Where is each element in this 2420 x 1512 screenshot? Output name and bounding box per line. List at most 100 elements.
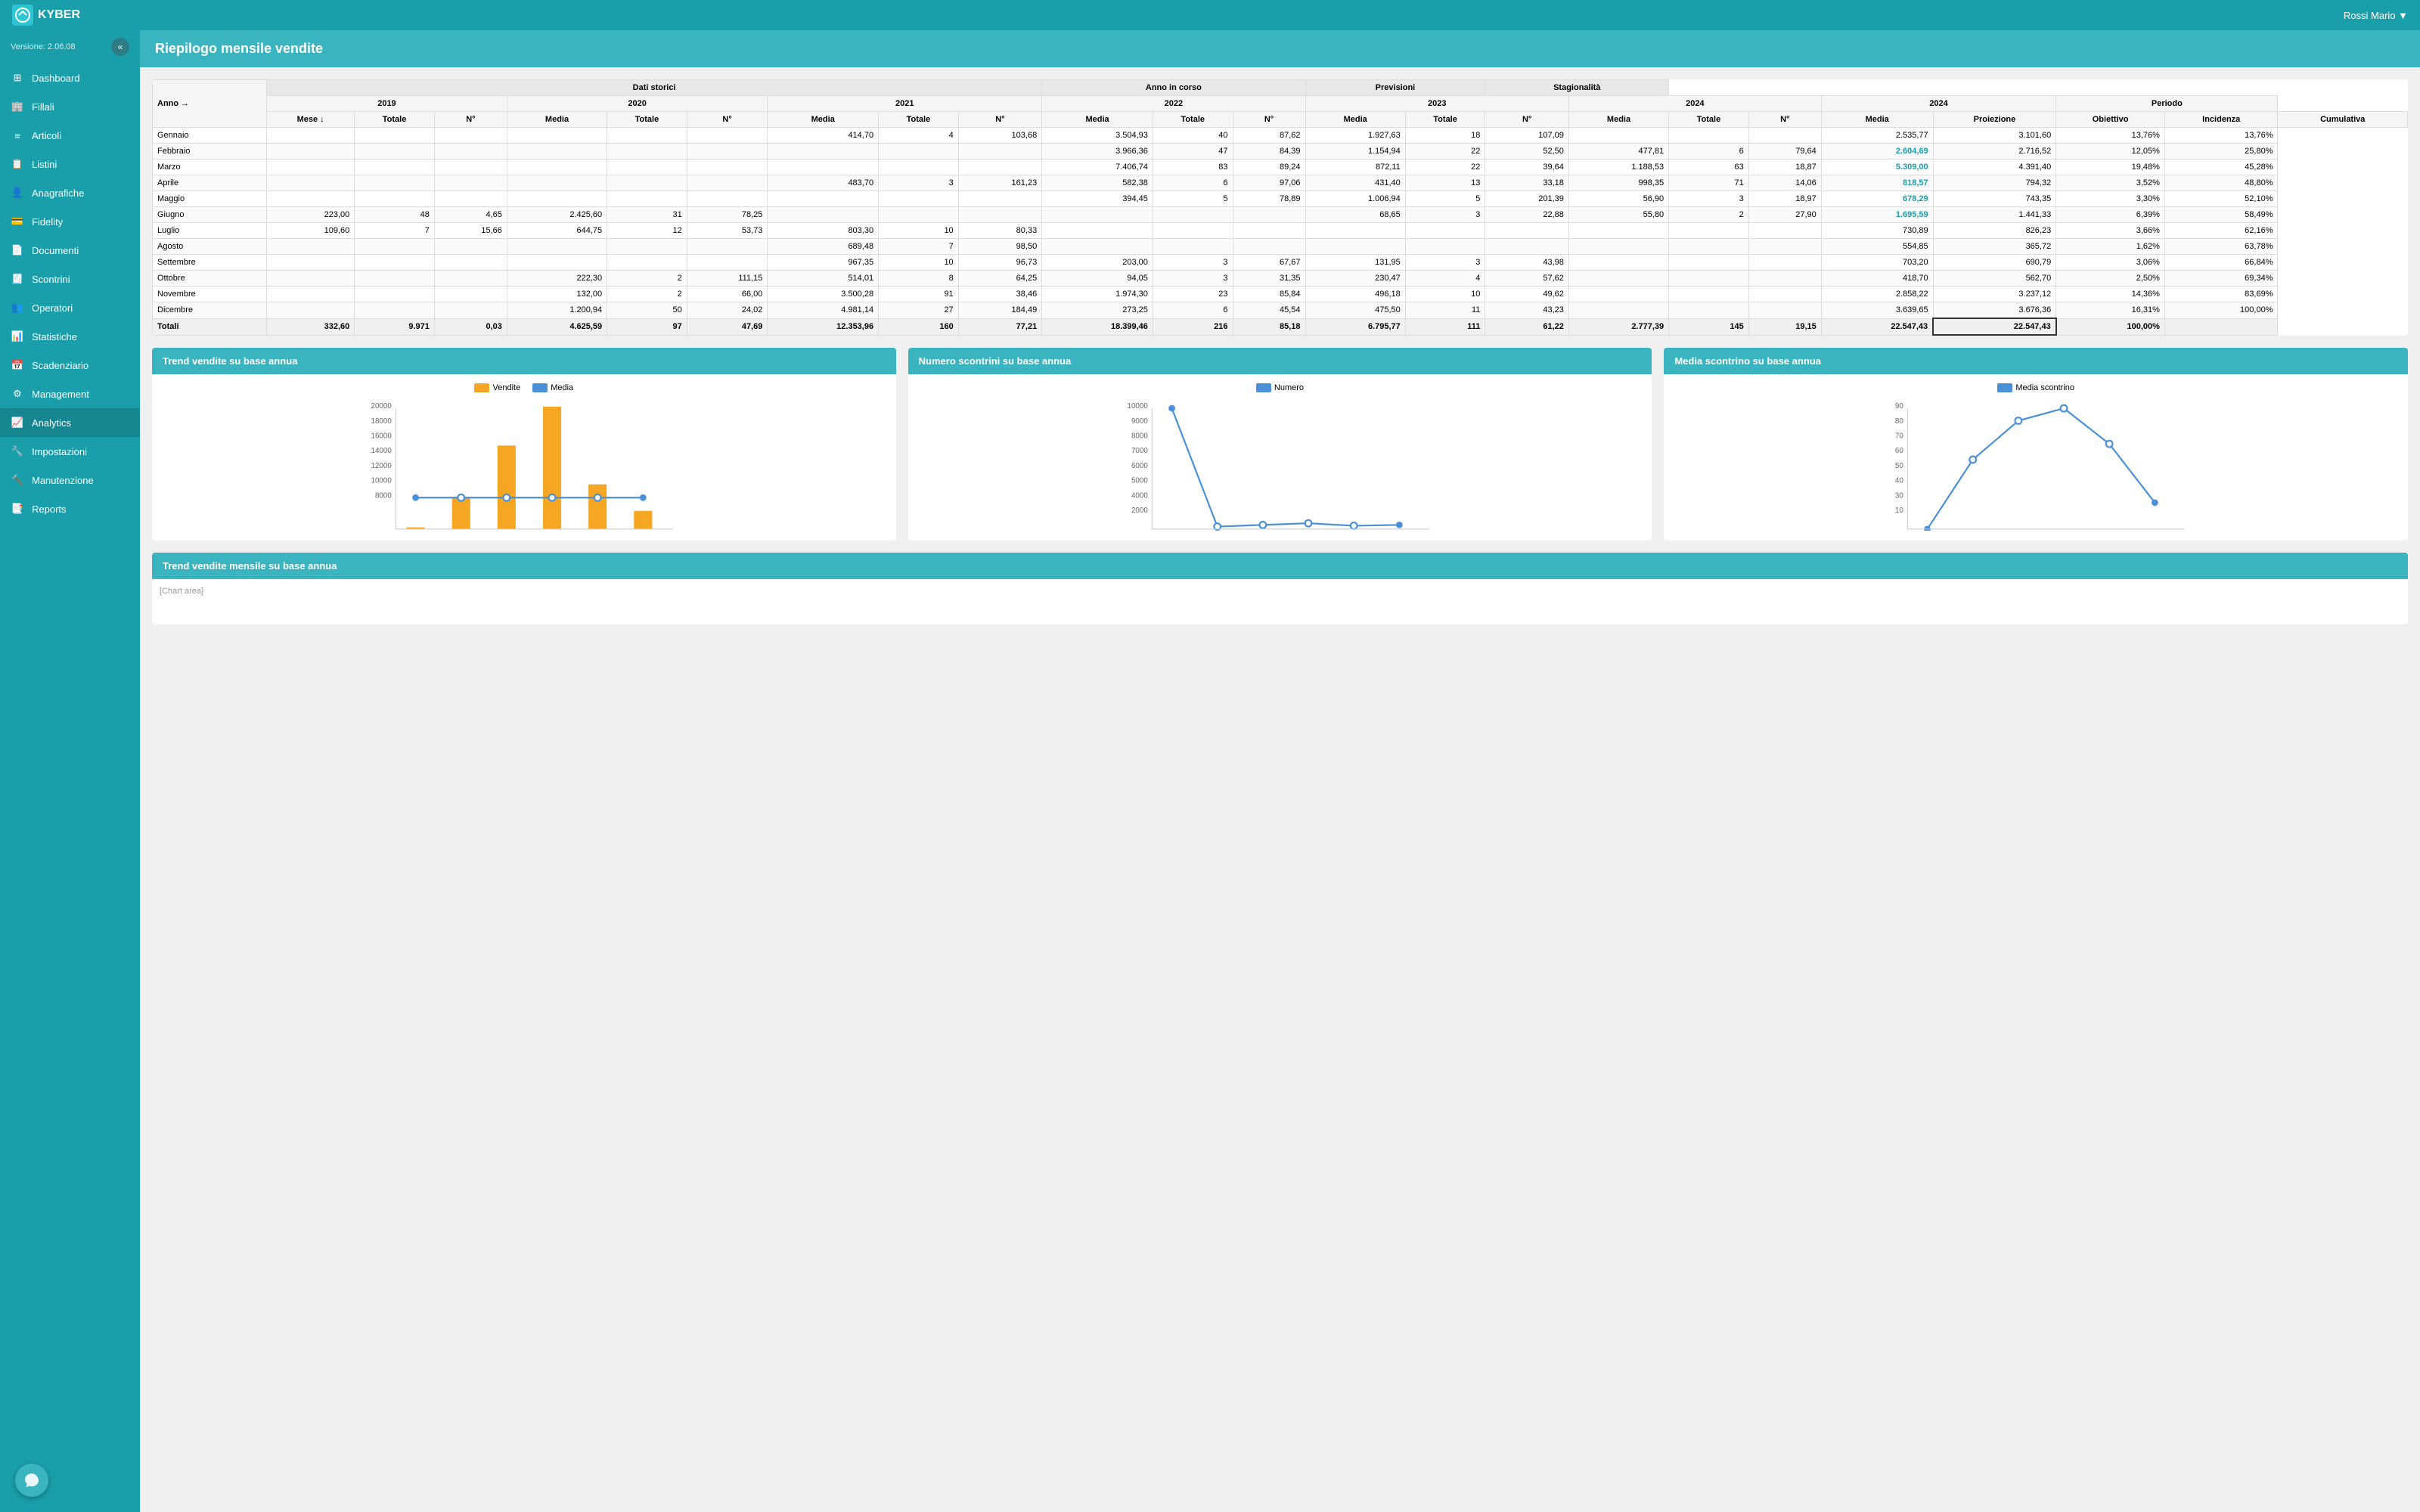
monthly-summary-table: Anno → Dati storici Anno in corso Previs… (152, 79, 2408, 336)
svg-text:10: 10 (1895, 507, 1903, 515)
sidebar-item-scontrini[interactable]: 🧾 Scontrini (0, 265, 140, 293)
table-cell: 967,35 (768, 255, 879, 271)
table-row: Aprile483,703161,23582,38697,06431,40133… (153, 175, 2408, 191)
articoli-icon: ≡ (11, 129, 24, 142)
table-total-cell: 216 (1153, 318, 1233, 335)
table-row: Dicembre1.200,945024,024.981,1427184,492… (153, 302, 2408, 319)
chat-button[interactable] (15, 1464, 48, 1497)
table-cell (434, 191, 507, 207)
sidebar-item-operatori[interactable]: 👥 Operatori (0, 293, 140, 322)
collapse-button[interactable]: « (111, 38, 129, 56)
table-total-cell: 145 (1669, 318, 1749, 335)
sidebar-item-impostazioni[interactable]: 🔧 Impostazioni (0, 437, 140, 466)
th-cumulativa: Cumulativa (2278, 112, 2408, 128)
table-year-periodo: Periodo (2056, 96, 2278, 112)
table-cell: 203,00 (1042, 255, 1153, 271)
table-cell (958, 207, 1042, 223)
scontrini-dot-2021 (1259, 522, 1266, 528)
table-cell: 730,89 (1821, 223, 1933, 239)
table-cell: 703,20 (1821, 255, 1933, 271)
sidebar-item-manutenzione[interactable]: 🔨 Manutenzione (0, 466, 140, 494)
sidebar-item-analytics[interactable]: 📈 Analytics (0, 408, 140, 437)
table-header-previsioni: Previsioni (1305, 80, 1485, 96)
table-cell: 52,10% (2164, 191, 2278, 207)
table-cell: 49,62 (1485, 287, 1569, 302)
table-cell: 2.535,77 (1821, 128, 1933, 144)
media-scontrino-card: Media scontrino su base annua Media scon… (1664, 348, 2408, 541)
svg-text:9000: 9000 (1131, 417, 1148, 426)
user-menu[interactable]: Rossi Mario ▼ (2344, 10, 2408, 21)
table-cell: 64,25 (958, 271, 1042, 287)
table-cell (355, 239, 435, 255)
table-cell (434, 144, 507, 160)
table-cell: 45,54 (1233, 302, 1305, 319)
table-cell (507, 255, 607, 271)
table-cell (768, 207, 879, 223)
sidebar-item-statistiche[interactable]: 📊 Statistiche (0, 322, 140, 351)
table-cell: 63 (1669, 160, 1749, 175)
table-cell (1748, 255, 1821, 271)
th-2019-t: Totale (355, 112, 435, 128)
table-cell: 43,23 (1485, 302, 1569, 319)
sidebar-item-dashboard[interactable]: ⊞ Dashboard (0, 64, 140, 92)
sidebar-item-articoli[interactable]: ≡ Articoli (0, 121, 140, 150)
sales-data-table: Anno → Dati storici Anno in corso Previs… (152, 79, 2408, 336)
sidebar-item-scadenziario[interactable]: 📅 Scadenziario (0, 351, 140, 380)
table-cell (1669, 223, 1749, 239)
table-cell: 91 (879, 287, 959, 302)
table-cell: 31 (607, 207, 687, 223)
table-row: Agosto689,48798,50554,85365,721,62%63,78… (153, 239, 2408, 255)
sidebar-item-fillali[interactable]: 🏢 Fillali (0, 92, 140, 121)
table-cell (687, 144, 768, 160)
table-cell (434, 302, 507, 319)
sidebar-item-management[interactable]: ⚙ Management (0, 380, 140, 408)
table-cell (1748, 287, 1821, 302)
scontrini-legend: Numero (917, 383, 1643, 392)
fillali-icon: 🏢 (11, 100, 24, 113)
sidebar-item-anagrafiche[interactable]: 👤 Anagrafiche (0, 178, 140, 207)
table-cell: 475,50 (1305, 302, 1405, 319)
sidebar-item-reports[interactable]: 📑 Reports (0, 494, 140, 523)
statistiche-icon: 📊 (11, 330, 24, 343)
sidebar-item-fidelity[interactable]: 💳 Fidelity (0, 207, 140, 236)
sidebar-item-listini[interactable]: 📋 Listini (0, 150, 140, 178)
table-cell (607, 144, 687, 160)
legend-vendite-color (474, 383, 489, 392)
table-cell: 19,48% (2056, 160, 2165, 175)
sidebar-item-documenti[interactable]: 📄 Documenti (0, 236, 140, 265)
table-cell (607, 255, 687, 271)
table-cell: 273,25 (1042, 302, 1153, 319)
table-cell: 3,52% (2056, 175, 2165, 191)
table-cell: 18 (1405, 128, 1485, 144)
table-cell (1669, 287, 1749, 302)
table-cell: 100,00% (2164, 302, 2278, 319)
table-cell: 1.695,59 (1821, 207, 1933, 223)
trend-vendite-title: Trend vendite su base annua (152, 348, 896, 374)
table-cell: 40 (1153, 128, 1233, 144)
bar-2022 (543, 407, 561, 529)
scontrini-title: Numero scontrini su base annua (908, 348, 1652, 374)
table-cell: 8 (879, 271, 959, 287)
table-cell: 12 (607, 223, 687, 239)
table-cell (1748, 128, 1821, 144)
table-cell: Febbraio (153, 144, 267, 160)
th-2022-m: Media (1305, 112, 1405, 128)
table-cell: 56,90 (1568, 191, 1668, 207)
table-header-anno: Anno → (153, 80, 267, 128)
scontrini-dot-2024 (1396, 522, 1403, 528)
table-cell (267, 271, 355, 287)
th-proiezione: Proiezione (1933, 112, 2056, 128)
table-cell: 184,49 (958, 302, 1042, 319)
reports-icon: 📑 (11, 502, 24, 516)
content-area: Riepilogo mensile vendite Anno → Dati st… (140, 30, 2420, 1512)
table-cell (434, 287, 507, 302)
table-cell: 66,00 (687, 287, 768, 302)
table-cell: 2 (607, 287, 687, 302)
table-cell (1153, 239, 1233, 255)
table-cell (355, 255, 435, 271)
sidebar-label-statistiche: Statistiche (32, 331, 77, 342)
table-cell (687, 255, 768, 271)
media-dot-2021 (503, 494, 510, 501)
table-cell: 365,72 (1933, 239, 2056, 255)
table-cell (507, 128, 607, 144)
